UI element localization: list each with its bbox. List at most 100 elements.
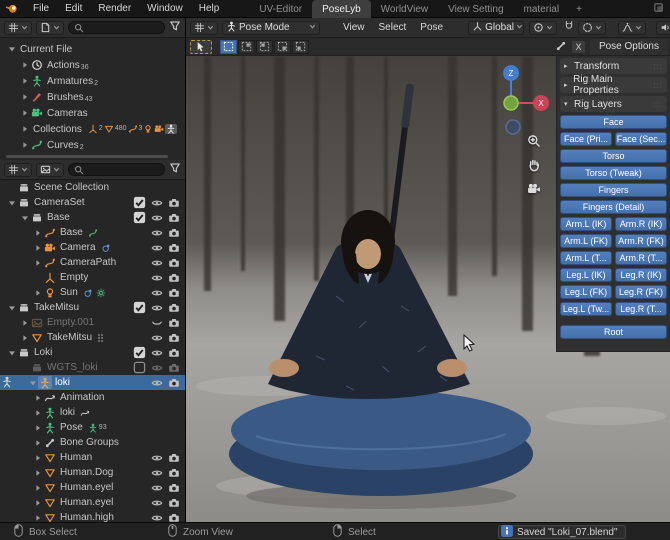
visibility-eye-toggle[interactable]	[148, 242, 165, 254]
rig-layer-button[interactable]: Torso	[560, 149, 667, 163]
disclosure-triangle[interactable]	[19, 93, 30, 101]
select-mode-invert[interactable]	[274, 39, 291, 54]
visibility-eye-toggle[interactable]	[148, 482, 165, 494]
selectability-checkbox[interactable]	[131, 361, 148, 374]
axis-x-button[interactable]: X	[570, 40, 586, 54]
viewport-canvas[interactable]: Z X ▸ Transform::: ▸ Rig Main Properties:::…	[186, 56, 670, 522]
render-camera-toggle[interactable]	[165, 332, 182, 344]
outliner-row[interactable]: Loki	[0, 345, 185, 360]
menu-help[interactable]: Help	[191, 0, 228, 18]
blender-logo-icon[interactable]	[5, 2, 19, 15]
outliner-row[interactable]: loki	[0, 375, 185, 390]
tab-pose-options[interactable]: Pose Options	[589, 39, 668, 55]
rig-layer-root-button[interactable]: Root	[560, 325, 667, 339]
proportional-falloff-dropdown[interactable]	[618, 20, 647, 35]
rig-layer-button[interactable]: Face (Pri...	[560, 132, 612, 146]
blendfile-row[interactable]: Collections 2 480 3	[0, 121, 185, 137]
outliner-row[interactable]: Human.high	[0, 510, 185, 522]
disclosure-triangle[interactable]	[32, 514, 43, 522]
disclosure-triangle[interactable]	[27, 379, 38, 387]
visibility-eye-toggle[interactable]	[148, 257, 165, 269]
menu-render[interactable]: Render	[90, 0, 139, 18]
blendfile-row[interactable]: Curves 2	[0, 137, 185, 153]
render-camera-toggle[interactable]	[165, 317, 182, 329]
scene-settings-icon[interactable]	[653, 2, 664, 16]
render-camera-toggle[interactable]	[165, 272, 182, 284]
active-tool-select-box[interactable]	[190, 39, 212, 54]
rig-layer-button[interactable]: Fingers	[560, 183, 667, 197]
disclosure-triangle[interactable]	[19, 77, 30, 85]
blendfile-row[interactable]: Brushes 43	[0, 89, 185, 105]
blendfile-row[interactable]: Actions 36	[0, 57, 185, 73]
render-camera-toggle[interactable]	[165, 257, 182, 269]
select-mode-intersect[interactable]	[292, 39, 309, 54]
disclosure-triangle[interactable]	[32, 424, 43, 432]
panel-header-rig-layers[interactable]: ▾ Rig Layers:::	[560, 96, 667, 112]
render-camera-toggle[interactable]	[165, 211, 182, 224]
outliner-row[interactable]: TakeMitsu	[0, 300, 185, 315]
rig-layer-button[interactable]: Face	[560, 115, 667, 129]
outliner-row[interactable]: Pose 93	[0, 420, 185, 435]
visibility-eye-toggle[interactable]	[148, 332, 165, 344]
navigation-gizmo[interactable]: Z X	[481, 61, 555, 141]
outliner-row[interactable]: Base	[0, 210, 185, 225]
rig-layer-button[interactable]: Arm.L (IK)	[560, 217, 612, 231]
display-mode-dropdown[interactable]	[36, 162, 64, 177]
blendfile-row[interactable]: Current File	[0, 41, 185, 57]
pan-view-button[interactable]	[525, 156, 543, 174]
disclosure-triangle[interactable]	[6, 349, 17, 357]
render-camera-toggle[interactable]	[165, 287, 182, 299]
orientation-dropdown[interactable]: Global	[468, 20, 525, 35]
tab-uv-editor[interactable]: UV-Editor	[249, 0, 312, 18]
outliner-row[interactable]: Animation	[0, 390, 185, 405]
filter-icon[interactable]	[169, 162, 181, 177]
viewport-menu-select[interactable]: Select	[372, 19, 414, 37]
toggle-camera-view-button[interactable]	[525, 180, 543, 198]
outliner-row[interactable]: WGTS_loki	[0, 360, 185, 375]
search-input[interactable]	[68, 21, 165, 34]
selectability-checkbox[interactable]	[131, 196, 148, 209]
visibility-eye-toggle[interactable]	[148, 512, 165, 523]
gizmo-neg-axis[interactable]	[505, 119, 521, 135]
viewport-menu-pose[interactable]: Pose	[413, 19, 450, 37]
outliner-row[interactable]: Bone Groups	[0, 435, 185, 450]
rig-layer-button[interactable]: Arm.L (T...	[560, 251, 612, 265]
outliner-row[interactable]: Human.eyel	[0, 480, 185, 495]
pivot-point-dropdown[interactable]	[529, 20, 558, 35]
panel-header-transform[interactable]: ▸ Transform:::	[560, 58, 667, 74]
outliner-row[interactable]: CameraSet	[0, 195, 185, 210]
snap-with-dropdown[interactable]	[578, 20, 607, 35]
disclosure-triangle[interactable]	[32, 469, 43, 477]
rig-layer-button[interactable]: Leg.L (IK)	[560, 268, 612, 282]
disclosure-triangle[interactable]	[32, 244, 43, 252]
disclosure-triangle[interactable]	[32, 454, 43, 462]
filter-icon[interactable]	[169, 20, 181, 35]
rig-layer-button[interactable]: Arm.R (IK)	[615, 217, 667, 231]
select-mode-extend[interactable]	[238, 39, 255, 54]
disclosure-triangle[interactable]	[32, 409, 43, 417]
selectability-checkbox[interactable]	[131, 301, 148, 314]
render-camera-toggle[interactable]	[165, 242, 182, 254]
tab-poselyb[interactable]: PoseLyb	[312, 0, 371, 18]
editor-type-dropdown[interactable]	[4, 20, 32, 35]
disclosure-triangle[interactable]	[19, 125, 30, 133]
visibility-eye-toggle[interactable]	[148, 497, 165, 509]
show-object-types-dropdown[interactable]	[656, 20, 670, 35]
disclosure-triangle[interactable]	[32, 229, 43, 237]
disclosure-triangle[interactable]	[19, 319, 30, 327]
rig-layer-button[interactable]: Arm.L (FK)	[560, 234, 612, 248]
outliner-row[interactable]: TakeMitsu	[0, 330, 185, 345]
selectability-checkbox[interactable]	[131, 346, 148, 359]
render-camera-toggle[interactable]	[165, 361, 182, 374]
disclosure-triangle[interactable]	[19, 334, 30, 342]
rig-layer-button[interactable]: Leg.L (Tw...	[560, 302, 612, 316]
render-camera-toggle[interactable]	[165, 467, 182, 479]
add-workspace-button[interactable]: +	[569, 0, 589, 18]
outliner-row[interactable]: Empty	[0, 270, 185, 285]
visibility-eye-toggle[interactable]	[148, 467, 165, 479]
visibility-eye-toggle[interactable]	[148, 211, 165, 224]
outliner-row[interactable]: Human	[0, 450, 185, 465]
tab-material[interactable]: material	[514, 0, 570, 18]
visibility-eye-toggle[interactable]	[148, 272, 165, 284]
editor-type-dropdown[interactable]	[4, 162, 32, 177]
